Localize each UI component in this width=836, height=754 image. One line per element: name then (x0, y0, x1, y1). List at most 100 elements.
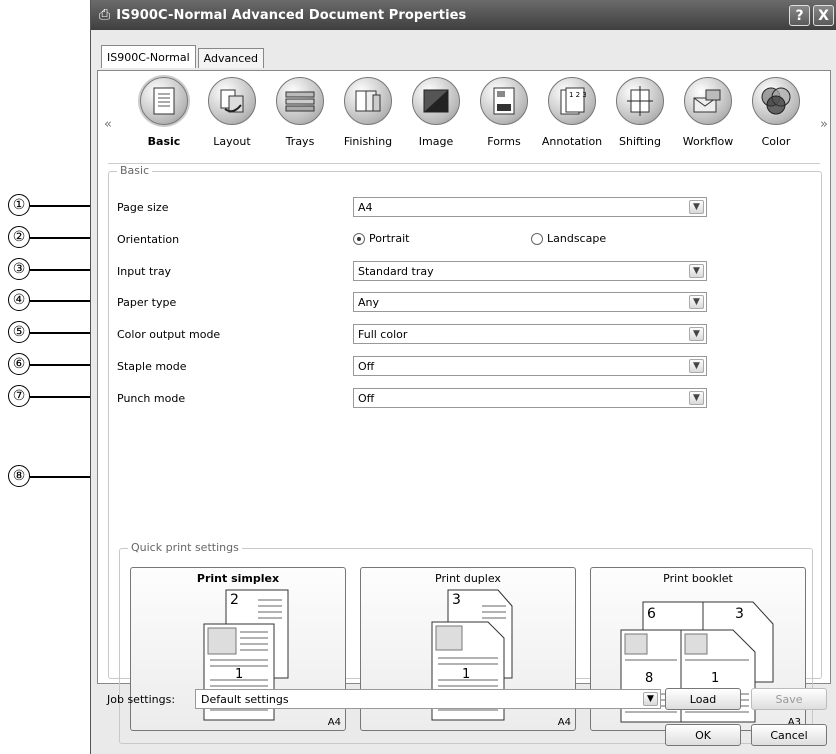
category-label: Workflow (682, 135, 734, 148)
category-label: Annotation (541, 135, 603, 148)
svg-text:6: 6 (647, 606, 656, 622)
svg-text:1 2 3: 1 2 3 (569, 91, 586, 99)
chevron-down-icon[interactable]: ▼ (689, 359, 704, 373)
finishing-icon (344, 77, 392, 125)
title-bar: ⎙ IS900C-Normal Advanced Document Proper… (91, 0, 836, 30)
portrait-radio[interactable]: Portrait (353, 232, 409, 245)
button-label: Print duplex (435, 572, 501, 585)
category-trays[interactable]: Trays (266, 77, 334, 148)
chevron-down-icon[interactable]: ▼ (689, 391, 704, 405)
staple-mode-select[interactable]: Off ▼ (353, 356, 707, 376)
page-size-label: Page size (117, 201, 169, 214)
shifting-icon (616, 77, 664, 125)
callout-3: ③ (8, 258, 30, 280)
group-title: Quick print settings (128, 541, 242, 554)
select-value: Off (358, 359, 375, 373)
callout-5: ⑤ (8, 321, 30, 343)
save-button[interactable]: Save (751, 688, 827, 710)
scroll-right-icon[interactable]: » (820, 117, 828, 132)
callout-7: ⑦ (8, 385, 30, 407)
printer-icon: ⎙ (99, 7, 111, 23)
tab-strip: IS900C-Normal Advanced (101, 45, 266, 68)
cancel-button[interactable]: Cancel (751, 724, 827, 746)
svg-text:8: 8 (645, 671, 653, 686)
document-icon (140, 77, 188, 125)
color-icon (752, 77, 800, 125)
category-label: Shifting (618, 135, 661, 148)
category-annotation[interactable]: 1 2 3 Annotation (538, 77, 606, 148)
select-value: Default settings (201, 692, 289, 706)
load-button[interactable]: Load (665, 688, 741, 710)
document-properties-window: ⎙ IS900C-Normal Advanced Document Proper… (90, 0, 836, 754)
color-output-mode-label: Color output mode (117, 328, 221, 341)
select-value: Standard tray (358, 264, 434, 278)
chevron-down-icon[interactable]: ▼ (689, 327, 704, 341)
category-label: Layout (213, 135, 251, 148)
category-finishing[interactable]: Finishing (334, 77, 402, 148)
select-value: Any (358, 295, 380, 309)
callout-6: ⑥ (8, 353, 30, 375)
callout-2: ② (8, 226, 30, 248)
category-shifting[interactable]: Shifting (606, 77, 674, 148)
callout-4: ④ (8, 289, 30, 311)
forms-icon (480, 77, 528, 125)
select-value: Off (358, 391, 375, 405)
category-label: Forms (487, 135, 521, 148)
category-workflow[interactable]: Workflow (674, 77, 742, 148)
basic-group: Basic Page size A4 ▼ Orientation Portrai… (108, 164, 822, 744)
paper-size-label: A4 (327, 717, 341, 728)
radio-label: Portrait (369, 232, 410, 245)
staple-mode-label: Staple mode (117, 360, 187, 373)
divider (108, 163, 820, 164)
radio-selected-icon (353, 232, 365, 245)
landscape-radio[interactable]: Landscape (531, 232, 606, 245)
category-bar: « Basic Layout Trays Finishing Image For… (98, 77, 830, 163)
window-title: IS900C-Normal Advanced Document Properti… (116, 7, 467, 23)
button-label: Print simplex (196, 572, 280, 585)
select-value: A4 (358, 200, 373, 214)
paper-type-label: Paper type (117, 296, 177, 309)
svg-text:1: 1 (462, 667, 470, 682)
ok-button[interactable]: OK (665, 724, 741, 746)
workflow-icon (684, 77, 732, 125)
color-output-mode-select[interactable]: Full color ▼ (353, 324, 707, 344)
trays-icon (276, 77, 324, 125)
tab-panel: « Basic Layout Trays Finishing Image For… (97, 70, 831, 744)
orientation-label: Orientation (117, 233, 180, 246)
paper-size-label: A4 (557, 717, 571, 728)
scroll-left-icon[interactable]: « (104, 117, 112, 132)
category-color[interactable]: Color (742, 77, 810, 148)
job-settings-select[interactable]: Default settings ▼ (195, 689, 661, 709)
category-basic[interactable]: Basic (130, 77, 198, 148)
tab-is900c-normal[interactable]: IS900C-Normal (101, 45, 196, 68)
category-label: Image (418, 135, 454, 148)
image-icon (412, 77, 460, 125)
quick-print-group: Quick print settings Print simplex 2 1 A… (119, 541, 813, 744)
tab-advanced[interactable]: Advanced (197, 48, 265, 68)
help-button[interactable]: ? (789, 5, 810, 26)
chevron-down-icon[interactable]: ▼ (643, 692, 658, 706)
callout-8: ⑧ (8, 465, 30, 487)
layout-icon (208, 77, 256, 125)
paper-type-select[interactable]: Any ▼ (353, 292, 707, 312)
category-image[interactable]: Image (402, 77, 470, 148)
chevron-down-icon[interactable]: ▼ (689, 200, 704, 214)
input-tray-label: Input tray (117, 265, 172, 278)
category-forms[interactable]: Forms (470, 77, 538, 148)
page-size-select[interactable]: A4 ▼ (353, 197, 707, 217)
input-tray-select[interactable]: Standard tray ▼ (353, 261, 707, 281)
svg-text:1: 1 (235, 667, 243, 682)
chevron-down-icon[interactable]: ▼ (689, 295, 704, 309)
category-label: Trays (285, 135, 315, 148)
category-label: Finishing (343, 135, 393, 148)
svg-text:1: 1 (711, 671, 719, 686)
svg-text:3: 3 (452, 592, 461, 608)
category-layout[interactable]: Layout (198, 77, 266, 148)
punch-mode-label: Punch mode (117, 392, 186, 405)
group-title: Basic (117, 164, 153, 177)
category-label: Basic (147, 135, 181, 148)
punch-mode-select[interactable]: Off ▼ (353, 388, 707, 408)
chevron-down-icon[interactable]: ▼ (689, 264, 704, 278)
category-label: Color (761, 135, 791, 148)
close-button[interactable]: X (813, 5, 834, 26)
